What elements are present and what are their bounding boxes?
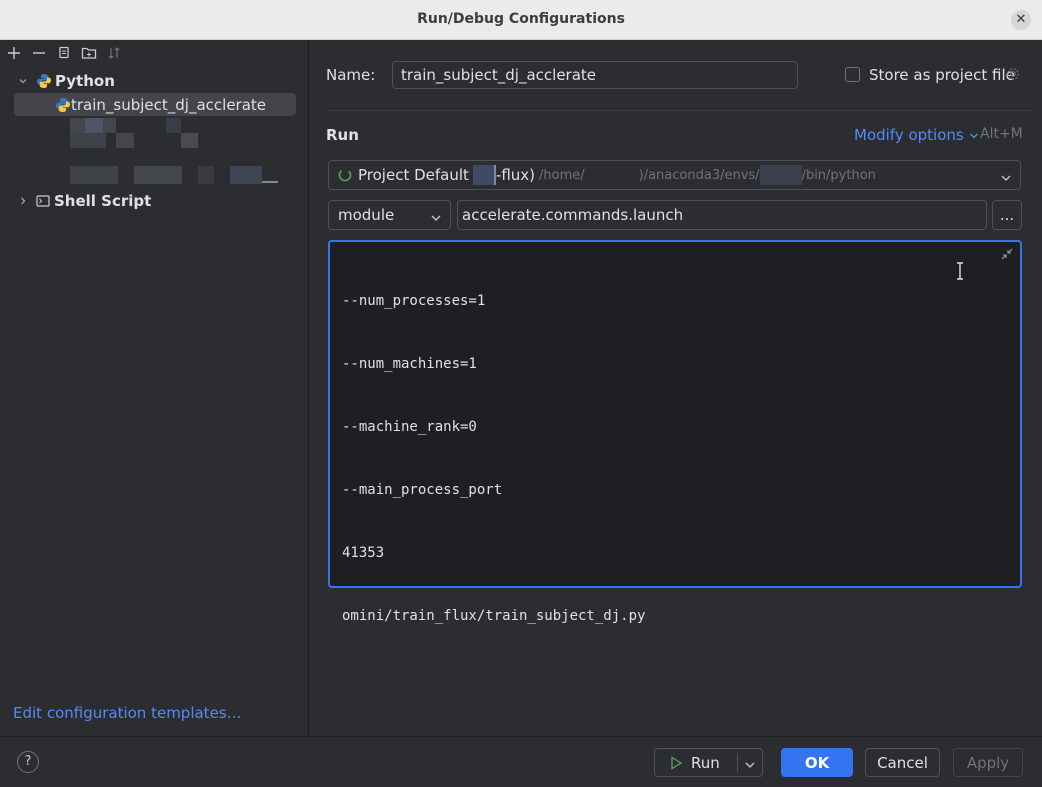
parameter-line: --machine_rank=0: [342, 419, 477, 435]
parameter-line: --num_machines=1: [342, 356, 477, 372]
parameter-line: --main_process_port: [342, 482, 503, 498]
section-divider: [326, 110, 1032, 111]
interpreter-path-part: /home/: [539, 167, 585, 183]
interpreter-path-part: /bin/python: [801, 167, 876, 183]
apply-button[interactable]: Apply: [953, 748, 1023, 777]
run-button[interactable]: Run: [655, 749, 737, 776]
folder-icon[interactable]: [81, 45, 97, 61]
run-type-value: module: [338, 206, 395, 224]
store-as-project-file-checkbox[interactable]: [845, 67, 860, 82]
browse-button[interactable]: ...: [992, 200, 1022, 230]
run-type-select[interactable]: module: [328, 200, 451, 230]
python-icon: [55, 97, 71, 113]
redacted-env-folder: [759, 165, 802, 185]
parameter-line: omini/train_flux/train_subject_dj.py: [342, 608, 646, 624]
dialog-footer: ? Run OK Cancel Apply: [0, 736, 1042, 787]
gear-icon[interactable]: [1006, 67, 1020, 81]
redacted-env-name: [472, 165, 496, 185]
run-section-title: Run: [326, 126, 359, 144]
python-icon: [36, 73, 52, 89]
play-icon: [669, 755, 683, 770]
chevron-down-icon[interactable]: [16, 74, 30, 88]
chevron-down-icon: [1000, 170, 1012, 182]
modify-options-label: Modify options: [854, 126, 964, 144]
name-field[interactable]: train_subject_dj_acclerate: [392, 61, 798, 89]
run-button-label: Run: [691, 753, 720, 772]
name-label: Name:: [326, 66, 376, 84]
script-parameters-editor[interactable]: --num_processes=1 --num_machines=1 --mac…: [328, 240, 1022, 624]
configuration-editor: Name: train_subject_dj_acclerate Store a…: [309, 40, 1042, 736]
text-cursor-icon: [955, 262, 965, 280]
window-titlebar: Run/Debug Configurations ✕: [0, 0, 1042, 40]
chevron-down-icon: [430, 210, 442, 222]
copy-icon[interactable]: [56, 45, 72, 61]
parameter-line: --num_processes=1: [342, 293, 486, 309]
interpreter-path-part: )/anaconda3/envs/: [638, 167, 760, 183]
ok-button[interactable]: OK: [781, 748, 853, 777]
cancel-button[interactable]: Cancel: [865, 748, 940, 777]
parameter-line: 41353: [342, 545, 385, 561]
chevron-down-icon: [744, 757, 756, 769]
sidebar-toolbar: [6, 42, 122, 64]
redacted-username: [585, 167, 639, 183]
tree-item-selected-config[interactable]: train_subject_dj_acclerate: [55, 94, 266, 116]
sort-icon[interactable]: [106, 45, 122, 61]
modify-options-shortcut: Alt+M: [980, 126, 1023, 142]
remove-icon[interactable]: [31, 45, 47, 61]
tree-group-python[interactable]: Python: [16, 70, 115, 92]
chevron-right-icon[interactable]: [16, 194, 30, 208]
run-options-dropdown[interactable]: [738, 749, 762, 776]
run-split-button: Run: [654, 748, 763, 777]
store-as-project-file-label: Store as project file: [869, 66, 1015, 84]
edit-configuration-templates-link[interactable]: Edit configuration templates…: [13, 704, 242, 722]
loading-spinner-icon: [338, 168, 352, 182]
tree-group-label: Python: [55, 72, 115, 90]
window-title: Run/Debug Configurations: [417, 11, 625, 27]
help-button[interactable]: ?: [17, 751, 39, 773]
module-name-field[interactable]: accelerate.commands.launch: [457, 200, 987, 230]
interpreter-select[interactable]: Project Default -flux) /home/ )/anaconda…: [328, 160, 1021, 190]
tree-item-label: train_subject_dj_acclerate: [71, 96, 267, 114]
configurations-sidebar: Python train_subject_dj_acclerate Shell …: [0, 40, 309, 736]
collapse-icon[interactable]: [1000, 247, 1014, 261]
tree-group-shell-script[interactable]: Shell Script: [16, 190, 151, 212]
tree-group-label: Shell Script: [54, 192, 152, 210]
terminal-icon: [36, 194, 50, 208]
add-icon[interactable]: [6, 45, 22, 61]
interpreter-label: Project Default: [358, 166, 469, 184]
close-button[interactable]: ✕: [1011, 10, 1031, 30]
parameters-text: --num_processes=1 --num_machines=1 --mac…: [342, 249, 645, 669]
interpreter-env-suffix: -flux): [495, 166, 536, 184]
chevron-down-icon: [969, 126, 979, 144]
modify-options-link[interactable]: Modify options: [854, 126, 979, 144]
